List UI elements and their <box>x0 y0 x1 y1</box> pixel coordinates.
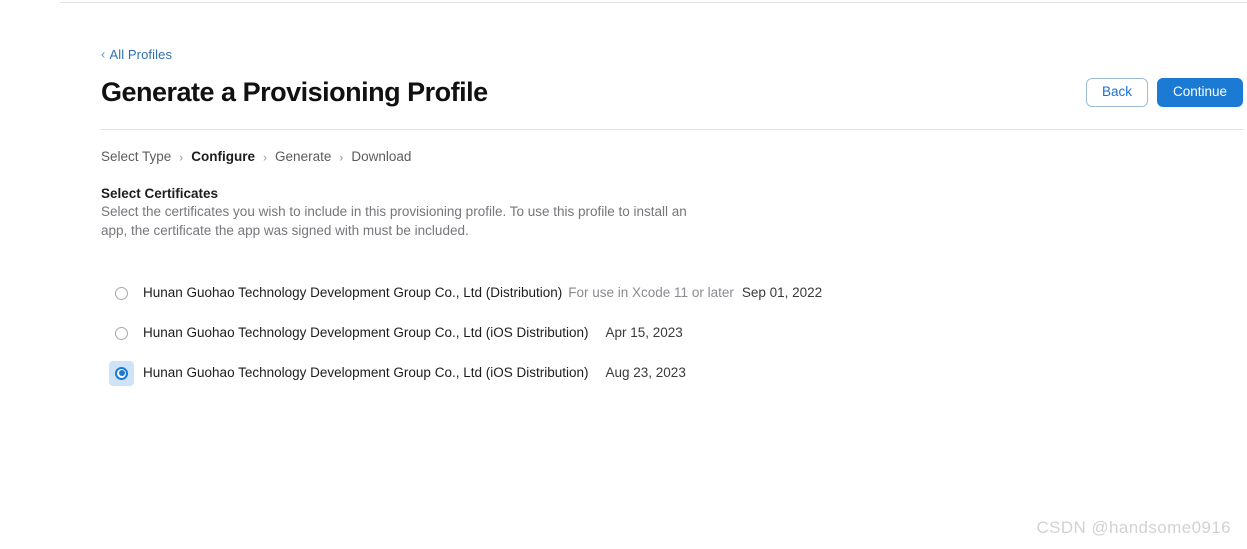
certificate-name: Hunan Guohao Technology Development Grou… <box>143 365 589 380</box>
step-download[interactable]: Download <box>351 148 411 166</box>
chevron-right-icon: › <box>179 150 184 165</box>
all-profiles-back-link[interactable]: ‹ All Profiles <box>101 46 172 63</box>
certificate-radio-wrapper[interactable] <box>109 360 134 386</box>
step-breadcrumb: Select Type › Configure › Generate › Dow… <box>101 148 411 166</box>
watermark: CSDN @handsome0916 <box>1036 518 1231 537</box>
certificate-date: Aug 23, 2023 <box>605 365 686 380</box>
step-generate[interactable]: Generate <box>275 148 331 166</box>
certificate-row[interactable]: Hunan Guohao Technology Development Grou… <box>109 353 1209 393</box>
certificate-row[interactable]: Hunan Guohao Technology Development Grou… <box>109 313 1209 353</box>
top-border-rule <box>60 2 1247 3</box>
radio-button-selected-icon[interactable] <box>115 366 128 380</box>
certificate-name: Hunan Guohao Technology Development Grou… <box>143 285 563 300</box>
certificate-radio-wrapper[interactable] <box>109 321 134 346</box>
certificate-row-text: Hunan Guohao Technology Development Grou… <box>143 324 683 342</box>
radio-button-icon[interactable] <box>115 286 128 300</box>
step-select-type[interactable]: Select Type <box>101 148 171 166</box>
section-title: Select Certificates <box>101 186 219 201</box>
certificate-date: Sep 01, 2022 <box>741 285 823 300</box>
all-profiles-back-link-label: All Profiles <box>109 47 173 62</box>
chevron-left-icon: ‹ <box>101 46 106 62</box>
certificate-radio-wrapper[interactable] <box>109 281 134 306</box>
certificate-row[interactable]: Hunan Guohao Technology Development Grou… <box>109 273 1209 313</box>
certificate-list: Hunan Guohao Technology Development Grou… <box>109 273 1209 393</box>
page-title: Generate a Provisioning Profile <box>101 77 488 107</box>
page-header: Generate a Provisioning Profile Back Con… <box>101 72 1243 112</box>
certificate-note: For use in Xcode 11 or later <box>568 285 734 300</box>
chevron-right-icon: › <box>263 150 268 165</box>
section-description: Select the certificates you wish to incl… <box>101 204 687 238</box>
certificate-date: Apr 15, 2023 <box>605 325 683 340</box>
step-configure[interactable]: Configure <box>191 148 255 166</box>
certificate-name: Hunan Guohao Technology Development Grou… <box>143 325 589 340</box>
certificate-row-text: Hunan Guohao Technology Development Grou… <box>143 284 822 302</box>
back-button[interactable]: Back <box>1085 77 1148 107</box>
chevron-right-icon: › <box>339 150 344 165</box>
continue-button[interactable]: Continue <box>1156 77 1243 107</box>
certificate-row-text: Hunan Guohao Technology Development Grou… <box>143 364 686 382</box>
header-divider <box>101 129 1243 130</box>
header-actions: Back Continue <box>1085 77 1243 107</box>
radio-button-icon[interactable] <box>115 326 128 340</box>
